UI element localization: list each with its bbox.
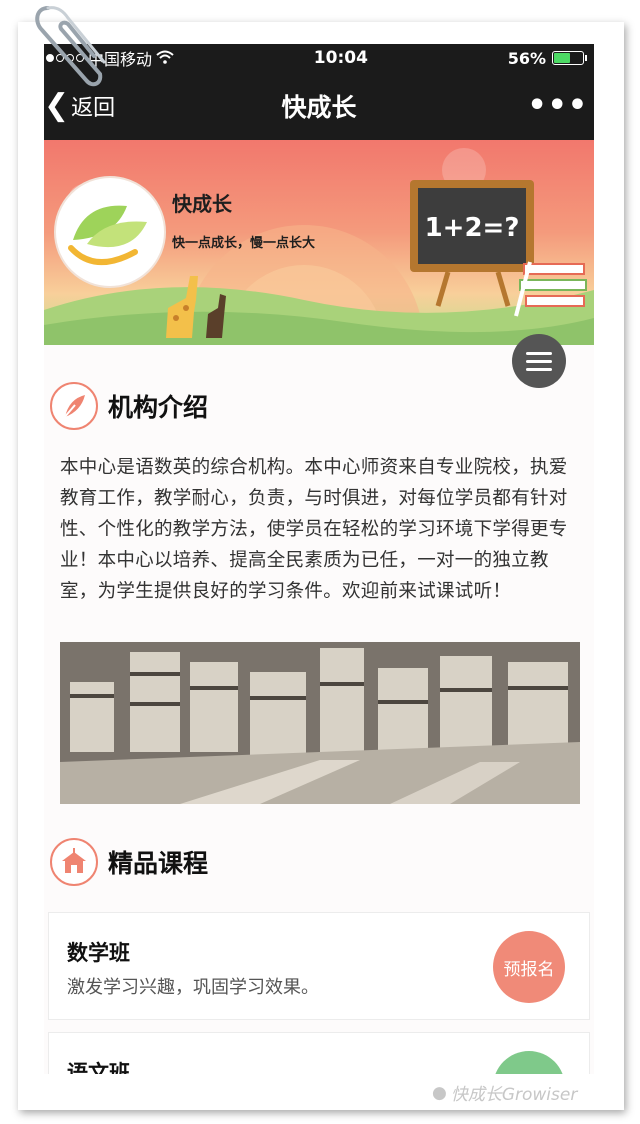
preregister-button[interactable]: 预报名 (493, 931, 565, 1003)
watermark: ● 快成长Growiser (432, 1080, 578, 1106)
clock: 10:04 (313, 48, 368, 68)
more-dots-icon[interactable]: ••• (527, 91, 588, 121)
page-title: 快成长 (281, 93, 357, 122)
intro-section-header: 机构介绍 (44, 382, 208, 430)
battery-fill (554, 53, 570, 63)
paperclip-icon (35, 6, 106, 87)
course-name: 数学班 (67, 941, 130, 965)
wifi-icon (156, 49, 174, 68)
leaf-logo-icon (68, 205, 147, 266)
wechat-icon: ● (432, 1082, 447, 1103)
org-name: 快成长 (172, 192, 232, 216)
battery-percent: 56% (507, 48, 546, 68)
battery-icon (552, 51, 587, 65)
school-icon (50, 838, 98, 886)
course-description: 激发学习兴趣，巩固学习效果。 (67, 977, 319, 998)
feather-icon (50, 382, 98, 430)
status-bar: 中国移动 10:04 56% (44, 44, 594, 72)
course-card-math[interactable]: 数学班 激发学习兴趣，巩固学习效果。 预报名 (48, 912, 590, 1020)
books-photo (60, 642, 580, 804)
menu-button[interactable] (512, 334, 566, 388)
phone-screen: 中国移动 10:04 56% ❮ 返回 快成长 ••• 快成长 快一点成长，慢一… (44, 44, 594, 1074)
preregister-button[interactable] (493, 1051, 565, 1074)
courses-title: 精品课程 (108, 849, 209, 878)
board-equation: 1+2=? (425, 213, 520, 243)
course-name: 语文班 (67, 1061, 130, 1074)
intro-paragraph: 本中心是语数英的综合机构。本中心师资来自专业院校，执爱教育工作，教学耐心，负责，… (60, 457, 568, 602)
books-illustration (514, 261, 587, 317)
courses-section-header: 精品课程 (44, 838, 208, 886)
header-banner: 快成长 快一点成长，慢一点长大 1+2=? (44, 140, 594, 345)
intro-title: 机构介绍 (108, 393, 209, 422)
watermark-text: 快成长Growiser (450, 1085, 578, 1105)
course-card-chinese[interactable]: 语文班 (48, 1032, 590, 1074)
org-slogan: 快一点成长，慢一点长大 (172, 236, 316, 251)
nav-bar: ❮ 返回 快成长 ••• (44, 72, 594, 140)
giraffe-illustration (166, 276, 226, 338)
